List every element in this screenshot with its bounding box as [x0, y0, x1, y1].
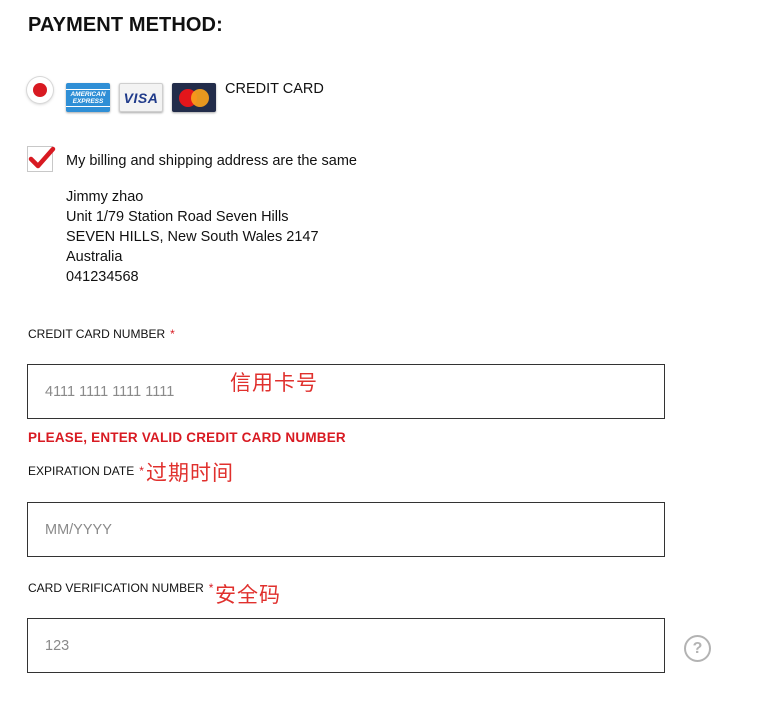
address-street: Unit 1/79 Station Road Seven Hills [66, 209, 289, 225]
visa-card-icon: VISA [119, 83, 163, 112]
payment-method-heading: PAYMENT METHOD: [28, 14, 223, 36]
card-number-error: PLEASE, ENTER VALID CREDIT CARD NUMBER [28, 430, 346, 445]
cvv-input[interactable] [27, 618, 665, 673]
credit-card-option-label[interactable]: CREDIT CARD [225, 81, 324, 97]
cvv-label-text: CARD VERIFICATION NUMBER [28, 581, 204, 595]
credit-card-radio[interactable] [27, 77, 53, 103]
required-marker: * [139, 464, 144, 478]
radio-selected-dot [33, 83, 47, 97]
same-address-checkbox[interactable] [27, 146, 56, 172]
expiration-annotation: 过期时间 [146, 461, 234, 485]
address-name: Jimmy zhao [66, 189, 144, 205]
card-number-label-text: CREDIT CARD NUMBER [28, 327, 166, 341]
amex-card-text: AMERICAN EXPRESS [66, 88, 110, 107]
cvv-label: CARD VERIFICATION NUMBER * [28, 581, 213, 595]
visa-card-text: VISA [123, 89, 159, 106]
address-country: Australia [66, 249, 123, 265]
mastercard-card-icon [172, 83, 216, 112]
expiration-label-text: EXPIRATION DATE [28, 464, 135, 478]
card-number-annotation: 信用卡号 [230, 371, 318, 395]
required-marker: * [170, 327, 175, 341]
expiration-input[interactable] [27, 502, 665, 557]
same-address-label[interactable]: My billing and shipping address are the … [66, 153, 357, 169]
address-city: SEVEN HILLS, New South Wales 2147 [66, 229, 319, 245]
amex-card-icon: AMERICAN EXPRESS [66, 83, 110, 112]
card-number-input[interactable] [27, 364, 665, 419]
address-phone: 041234568 [66, 269, 139, 285]
checkmark-icon [28, 146, 56, 169]
required-marker: * [208, 581, 214, 595]
cvv-annotation: 安全码 [215, 583, 281, 607]
help-icon[interactable]: ? [684, 635, 711, 662]
card-number-label: CREDIT CARD NUMBER * [28, 327, 175, 341]
expiration-label: EXPIRATION DATE * [28, 464, 144, 478]
